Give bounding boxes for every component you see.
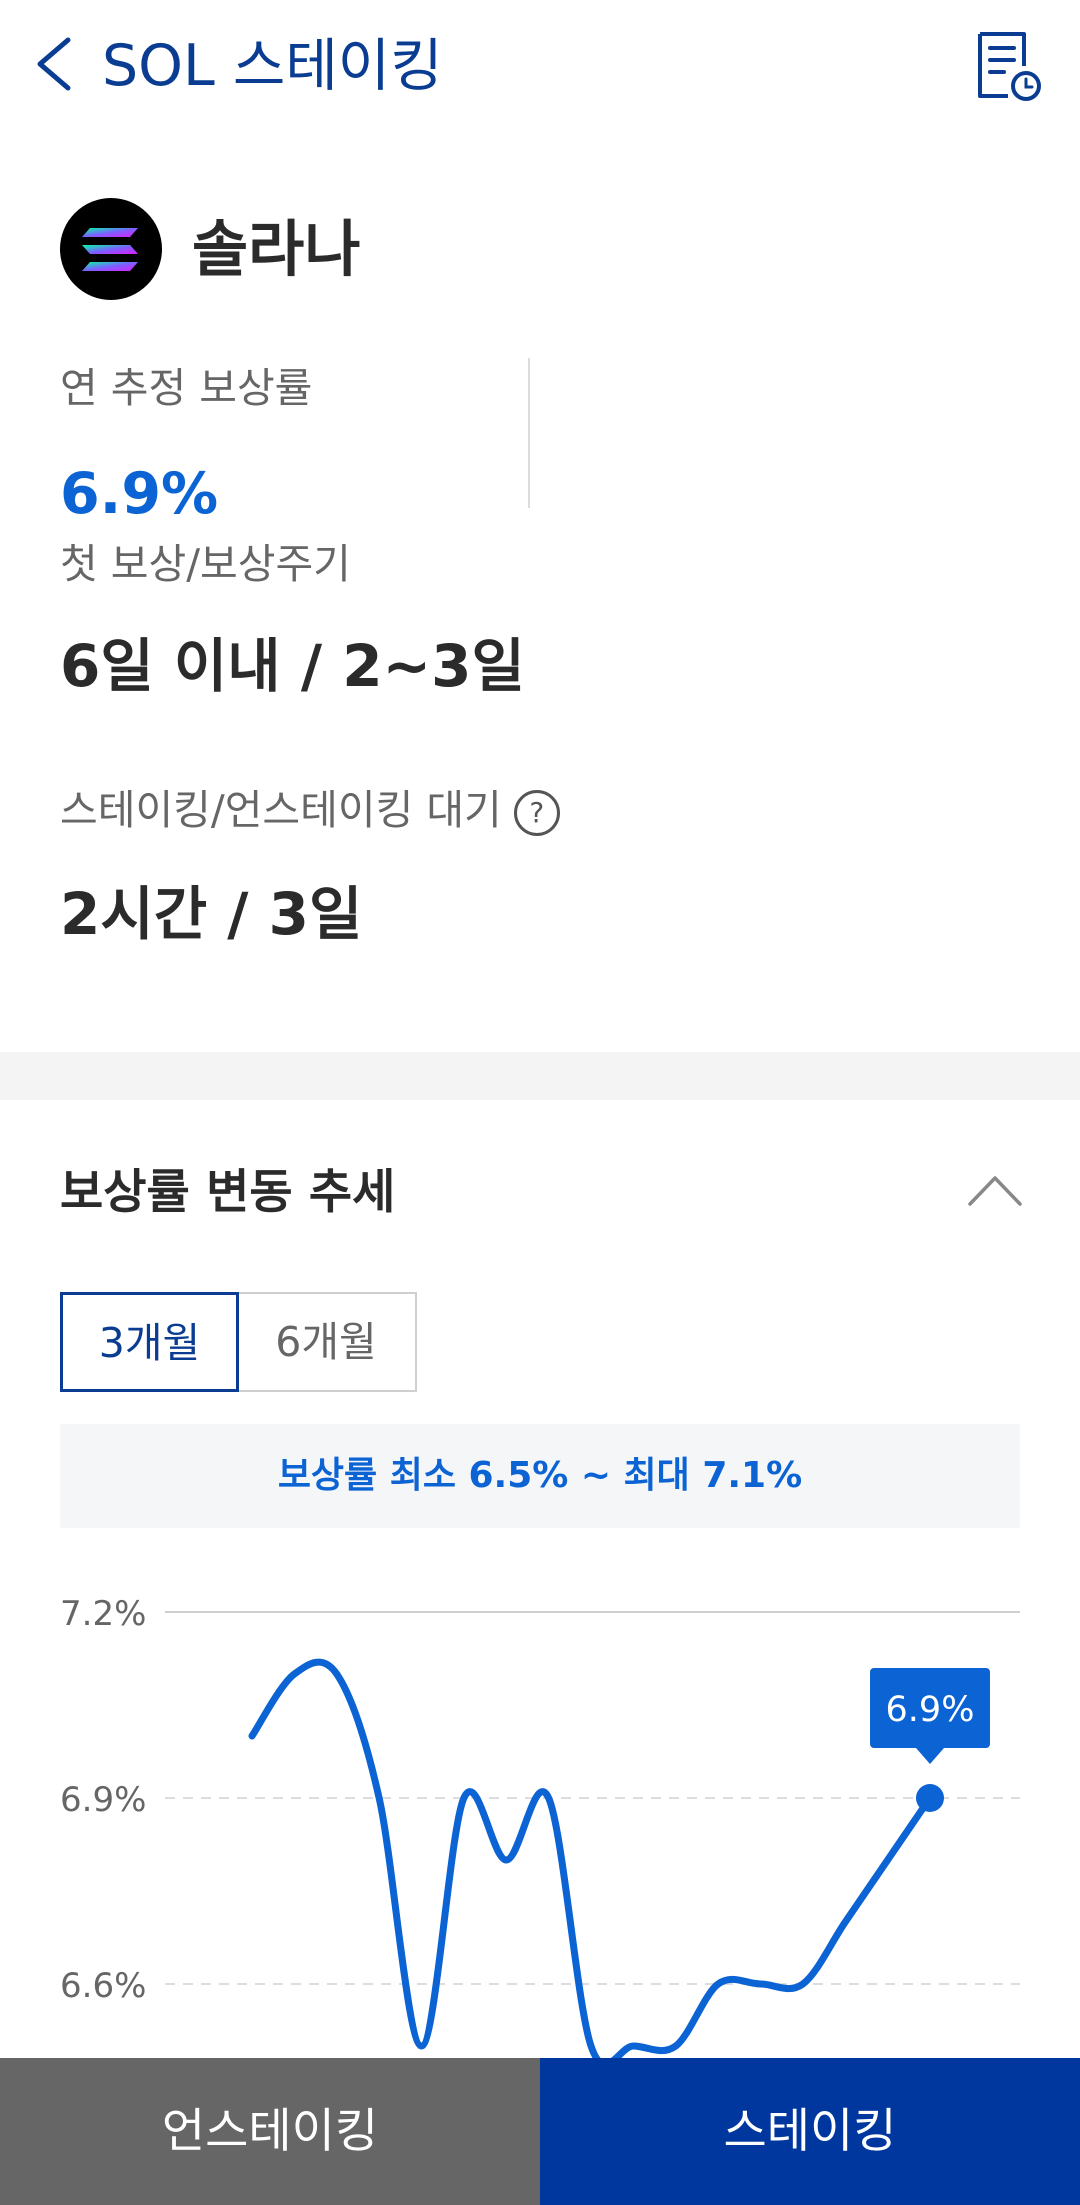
wait-period-label-text: 스테이킹/언스테이킹 대기 bbox=[60, 786, 502, 834]
last-point-marker bbox=[916, 1784, 944, 1812]
wait-period-value: 2시간 / 3일 bbox=[60, 880, 363, 948]
solana-logo-icon bbox=[60, 198, 162, 300]
help-icon[interactable]: ? bbox=[513, 790, 560, 836]
annual-rate-label: 연 추정 보상률 bbox=[60, 364, 313, 412]
back-arrow-icon[interactable] bbox=[30, 36, 78, 92]
series-line bbox=[248, 1658, 934, 2060]
wait-period-label: 스테이킹/언스테이킹 대기? bbox=[60, 782, 560, 838]
y-tick-label: 6.6% bbox=[60, 1966, 146, 2006]
chevron-up-icon[interactable] bbox=[966, 1170, 1024, 1210]
reward-range-text: 보상률 최소 6.5% ~ 최대 7.1% bbox=[60, 1424, 1020, 1528]
unstake-button[interactable]: 언스테이킹 bbox=[0, 2058, 540, 2205]
vertical-divider bbox=[528, 358, 530, 508]
y-tick-label: 7.2% bbox=[60, 1594, 146, 1634]
annual-rate-value: 6.9% bbox=[60, 461, 219, 527]
y-tick-label: 6.9% bbox=[60, 1780, 146, 1820]
tab-3-months[interactable]: 3개월 bbox=[60, 1292, 239, 1392]
reward-period-value: 6일 이내 / 2~3일 bbox=[60, 632, 525, 700]
tooltip-pointer bbox=[916, 1748, 944, 1764]
reward-rate-chart: 7.2% 6.9% 6.6% 6.9% bbox=[60, 1594, 1020, 2060]
tab-6-months[interactable]: 6개월 bbox=[237, 1292, 417, 1392]
tooltip-label: 6.9% bbox=[886, 1690, 975, 1730]
coin-name: 솔라나 bbox=[192, 214, 361, 285]
section-separator bbox=[0, 1052, 1080, 1100]
history-document-icon[interactable] bbox=[974, 30, 1044, 102]
page-title: SOL 스테이킹 bbox=[102, 33, 443, 99]
trend-section-title: 보상률 변동 추세 bbox=[60, 1165, 396, 1220]
reward-period-label: 첫 보상/보상주기 bbox=[60, 540, 351, 588]
stake-button[interactable]: 스테이킹 bbox=[540, 2058, 1080, 2205]
